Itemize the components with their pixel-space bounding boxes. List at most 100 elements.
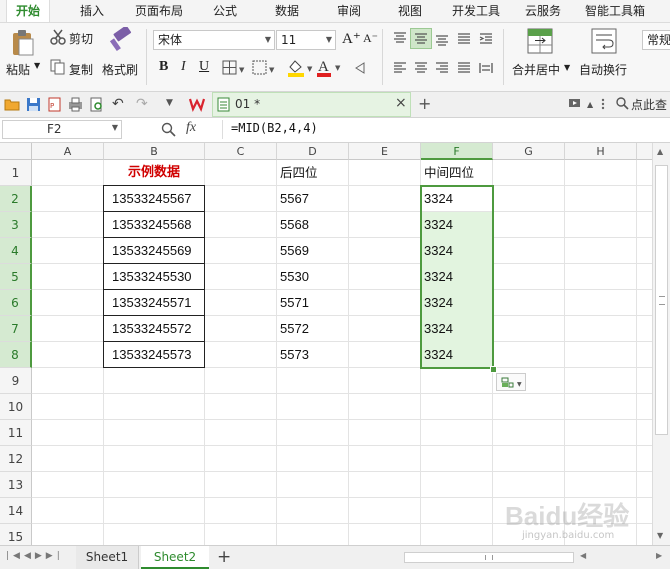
zoom-icon[interactable] xyxy=(161,122,176,140)
column-header-h[interactable]: H xyxy=(565,143,637,160)
column-header-f[interactable]: F xyxy=(421,143,493,160)
column-header-e[interactable]: E xyxy=(349,143,421,160)
cell-f8[interactable]: 3324 xyxy=(424,342,453,368)
screen-icon[interactable] xyxy=(568,98,581,113)
chevron-down-icon[interactable]: ▼ xyxy=(564,63,570,72)
row-header-10[interactable]: 10 xyxy=(0,394,32,420)
fill-style-icon[interactable]: ▼ xyxy=(252,60,276,79)
cell-b2[interactable]: 13533245567 xyxy=(112,186,192,212)
row-header-13[interactable]: 13 xyxy=(0,472,32,498)
tab-review[interactable]: 审阅 xyxy=(337,0,361,22)
tab-home[interactable]: 开始 xyxy=(6,0,51,22)
row-header-6[interactable]: 6 xyxy=(0,290,32,316)
copy-button[interactable]: 复制 xyxy=(69,61,93,78)
row-header-5[interactable]: 5 xyxy=(0,264,32,290)
font-settings-icon[interactable] xyxy=(354,61,366,78)
distribute-icon[interactable] xyxy=(478,61,494,78)
cell-b3[interactable]: 13533245568 xyxy=(112,212,192,238)
new-tab-icon[interactable]: + xyxy=(418,94,431,113)
orientation-icon[interactable] xyxy=(456,31,472,50)
cell-b5[interactable]: 13533245530 xyxy=(112,264,192,290)
row-header-12[interactable]: 12 xyxy=(0,446,32,472)
font-size-select[interactable]: 11 ▼ xyxy=(276,30,336,50)
cell-f3[interactable]: 3324 xyxy=(424,212,453,238)
insert-function-button[interactable]: fx xyxy=(186,120,196,136)
cell-f7[interactable]: 3324 xyxy=(424,316,453,342)
row-header-11[interactable]: 11 xyxy=(0,420,32,446)
add-sheet-icon[interactable]: + xyxy=(217,547,231,567)
justify-icon[interactable] xyxy=(456,61,472,78)
align-right-icon[interactable] xyxy=(434,61,450,78)
number-format-select[interactable]: 常规 xyxy=(642,30,670,50)
row-header-4[interactable]: 4 xyxy=(0,238,32,264)
column-header-c[interactable]: C xyxy=(205,143,277,160)
print-icon[interactable] xyxy=(68,97,83,115)
select-all-corner[interactable] xyxy=(0,143,32,160)
align-bottom-icon[interactable] xyxy=(434,31,450,50)
column-header-d[interactable]: D xyxy=(277,143,349,160)
cut-button[interactable]: 剪切 xyxy=(69,30,93,47)
indent-icon[interactable] xyxy=(478,31,494,50)
column-header-a[interactable]: A xyxy=(32,143,104,160)
collapse-ribbon-icon[interactable]: ▲ xyxy=(587,100,593,109)
sheet-tab-sheet2[interactable]: Sheet2 xyxy=(141,546,209,569)
cell-f1[interactable]: 中间四位 xyxy=(424,160,492,186)
merge-center-button[interactable]: 合并居中 xyxy=(512,61,560,78)
bold-button[interactable]: B xyxy=(159,59,168,75)
font-name-select[interactable]: 宋体 ▼ xyxy=(153,30,275,50)
horizontal-scrollbar[interactable] xyxy=(404,552,574,563)
tab-cloud[interactable]: 云服务 xyxy=(525,0,561,22)
tab-insert[interactable]: 插入 xyxy=(80,0,104,22)
scroll-thumb[interactable] xyxy=(655,165,668,435)
scroll-down-icon[interactable]: ▼ xyxy=(657,531,663,540)
tab-data[interactable]: 数据 xyxy=(275,0,299,22)
align-center-icon[interactable] xyxy=(413,61,429,78)
wrap-text-icon[interactable] xyxy=(591,28,617,57)
cell-f2[interactable]: 3324 xyxy=(424,186,453,212)
row-header-2[interactable]: 2 xyxy=(0,186,32,212)
cell-f4[interactable]: 3324 xyxy=(424,238,453,264)
scroll-right-icon[interactable]: ▶ xyxy=(656,551,662,560)
fill-color-icon[interactable]: ▼ xyxy=(286,58,314,81)
wrap-text-button[interactable]: 自动换行 xyxy=(579,61,627,78)
cell-d1[interactable]: 后四位 xyxy=(280,160,348,186)
print-preview-icon[interactable] xyxy=(89,97,104,115)
tab-developer[interactable]: 开发工具 xyxy=(452,0,500,22)
cell-d4[interactable]: 5569 xyxy=(280,238,309,264)
cell-b1[interactable]: 示例数据 xyxy=(104,160,204,186)
document-tab[interactable]: 01 * × xyxy=(212,92,411,117)
grow-font-button[interactable]: A⁺ xyxy=(342,29,361,48)
tab-view[interactable]: 视图 xyxy=(398,0,422,22)
row-header-9[interactable]: 9 xyxy=(0,368,32,394)
redo-icon[interactable]: ↷ xyxy=(136,96,148,112)
cell-d6[interactable]: 5571 xyxy=(280,290,309,316)
border-icon[interactable]: ▼ xyxy=(222,60,246,79)
cell-b7[interactable]: 13533245572 xyxy=(112,316,192,342)
sheet-nav-arrows-icon[interactable]: |◀◀▶▶| xyxy=(6,551,64,561)
cell-d8[interactable]: 5573 xyxy=(280,342,309,368)
sheet-tab-sheet1[interactable]: Sheet1 xyxy=(76,546,139,569)
open-folder-icon[interactable] xyxy=(4,97,20,114)
name-box[interactable]: F2 ▼ xyxy=(2,120,122,139)
autofill-options-button[interactable]: ▼ xyxy=(496,373,526,391)
customize-dropdown-icon[interactable]: ▼ xyxy=(166,98,173,108)
paste-dropdown-icon[interactable]: ▼ xyxy=(34,61,40,70)
scissors-icon[interactable] xyxy=(50,29,66,48)
scroll-up-icon[interactable]: ▲ xyxy=(657,147,663,156)
cell-d2[interactable]: 5567 xyxy=(280,186,309,212)
align-top-icon[interactable] xyxy=(392,31,408,48)
chevron-down-icon[interactable]: ▼ xyxy=(112,123,118,132)
paste-icon[interactable] xyxy=(10,29,36,60)
merge-center-icon[interactable] xyxy=(527,28,553,57)
cell-b8[interactable]: 13533245573 xyxy=(112,342,192,368)
row-header-8[interactable]: 8 xyxy=(0,342,32,368)
export-pdf-icon[interactable]: P xyxy=(47,97,62,115)
undo-icon[interactable]: ↶ xyxy=(112,96,124,112)
format-painter-button[interactable]: 格式刷 xyxy=(102,61,138,78)
paste-button[interactable]: 粘贴 xyxy=(6,61,30,78)
save-icon[interactable] xyxy=(26,97,41,115)
underline-button[interactable]: U xyxy=(199,59,209,75)
cell-f6[interactable]: 3324 xyxy=(424,290,453,316)
row-header-1[interactable]: 1 xyxy=(0,160,32,186)
row-header-15[interactable]: 15 xyxy=(0,524,32,545)
